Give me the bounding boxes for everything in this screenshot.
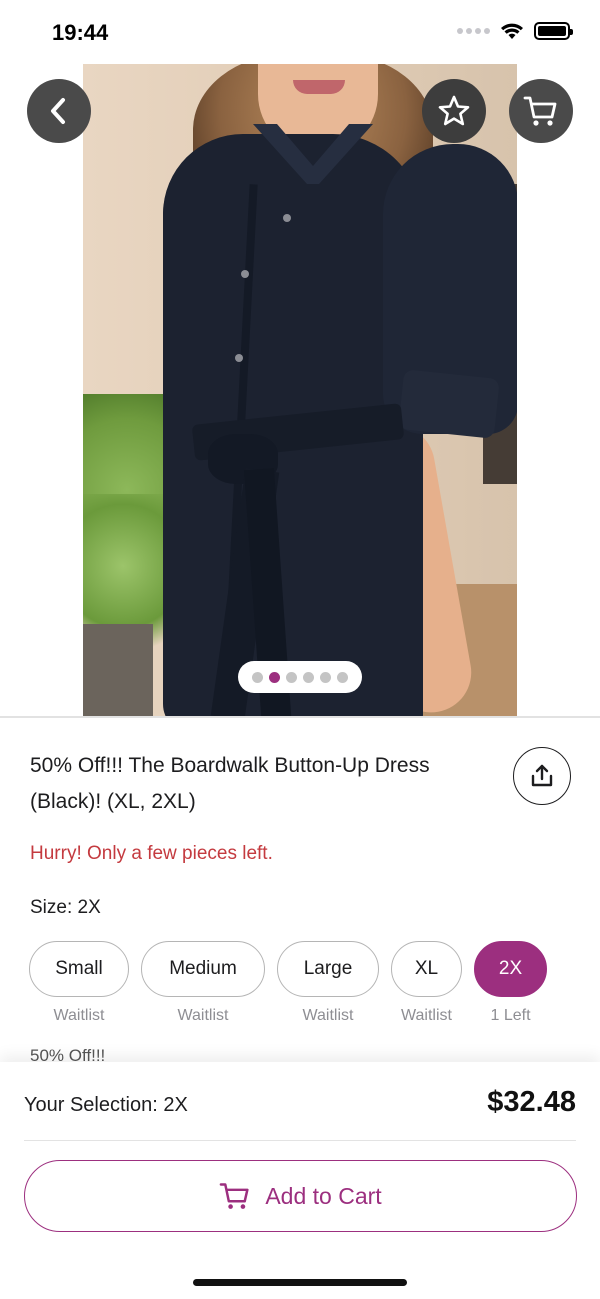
product-image[interactable] — [83, 64, 517, 716]
chevron-left-icon — [51, 98, 65, 124]
selection-summary: Your Selection: 2X — [24, 1094, 188, 1116]
size-option-label: 2X — [498, 958, 523, 979]
home-indicator[interactable] — [193, 1279, 407, 1286]
add-to-cart-label: Add to Cart — [265, 1182, 382, 1209]
pager-dot[interactable] — [320, 671, 331, 683]
size-status-2x: 1 Left — [490, 1007, 531, 1024]
size-option-medium[interactable]: Medium — [141, 941, 265, 997]
share-button[interactable] — [513, 747, 571, 805]
cellular-signal-icon — [457, 28, 490, 34]
price: $32.48 — [487, 1086, 576, 1118]
divider — [24, 1140, 576, 1141]
size-option-2x[interactable]: 2X — [474, 941, 547, 997]
wifi-icon — [501, 23, 523, 39]
product-title: 50% Off!!! The Boardwalk Button-Up Dress… — [30, 754, 430, 813]
star-icon — [438, 95, 470, 126]
status-bar: 19:44 — [0, 0, 600, 64]
cart-icon — [523, 96, 557, 126]
cart-icon — [219, 1183, 249, 1209]
status-indicators — [457, 22, 573, 40]
add-to-cart-button[interactable]: Add to Cart — [24, 1160, 577, 1232]
share-icon — [531, 764, 553, 787]
size-status-small: Waitlist — [53, 1007, 105, 1024]
size-option-small[interactable]: Small — [29, 941, 129, 997]
size-status-xl: Waitlist — [401, 1007, 452, 1024]
pager-dot[interactable] — [269, 671, 280, 683]
stock-alert: Hurry! Only a few pieces left. — [30, 843, 273, 864]
pager-dot[interactable] — [252, 671, 263, 683]
size-label: Size: 2X — [30, 897, 101, 918]
battery-icon — [534, 22, 573, 40]
image-pager[interactable] — [238, 661, 362, 693]
pager-dot[interactable] — [337, 671, 348, 683]
status-time: 19:44 — [52, 20, 109, 45]
size-option-label: XL — [414, 958, 439, 979]
favorite-button[interactable] — [422, 79, 486, 143]
pager-dot[interactable] — [286, 671, 297, 683]
cart-button[interactable] — [509, 79, 573, 143]
back-button[interactable] — [27, 79, 91, 143]
size-option-large[interactable]: Large — [277, 941, 379, 997]
size-status-large: Waitlist — [302, 1007, 354, 1024]
size-option-label: Medium — [169, 958, 237, 979]
size-status-medium: Waitlist — [177, 1007, 229, 1024]
size-option-xl[interactable]: XL — [391, 941, 462, 997]
size-option-label: Small — [55, 958, 103, 979]
pager-dot[interactable] — [303, 671, 314, 683]
divider — [0, 716, 600, 718]
size-option-label: Large — [303, 958, 353, 979]
